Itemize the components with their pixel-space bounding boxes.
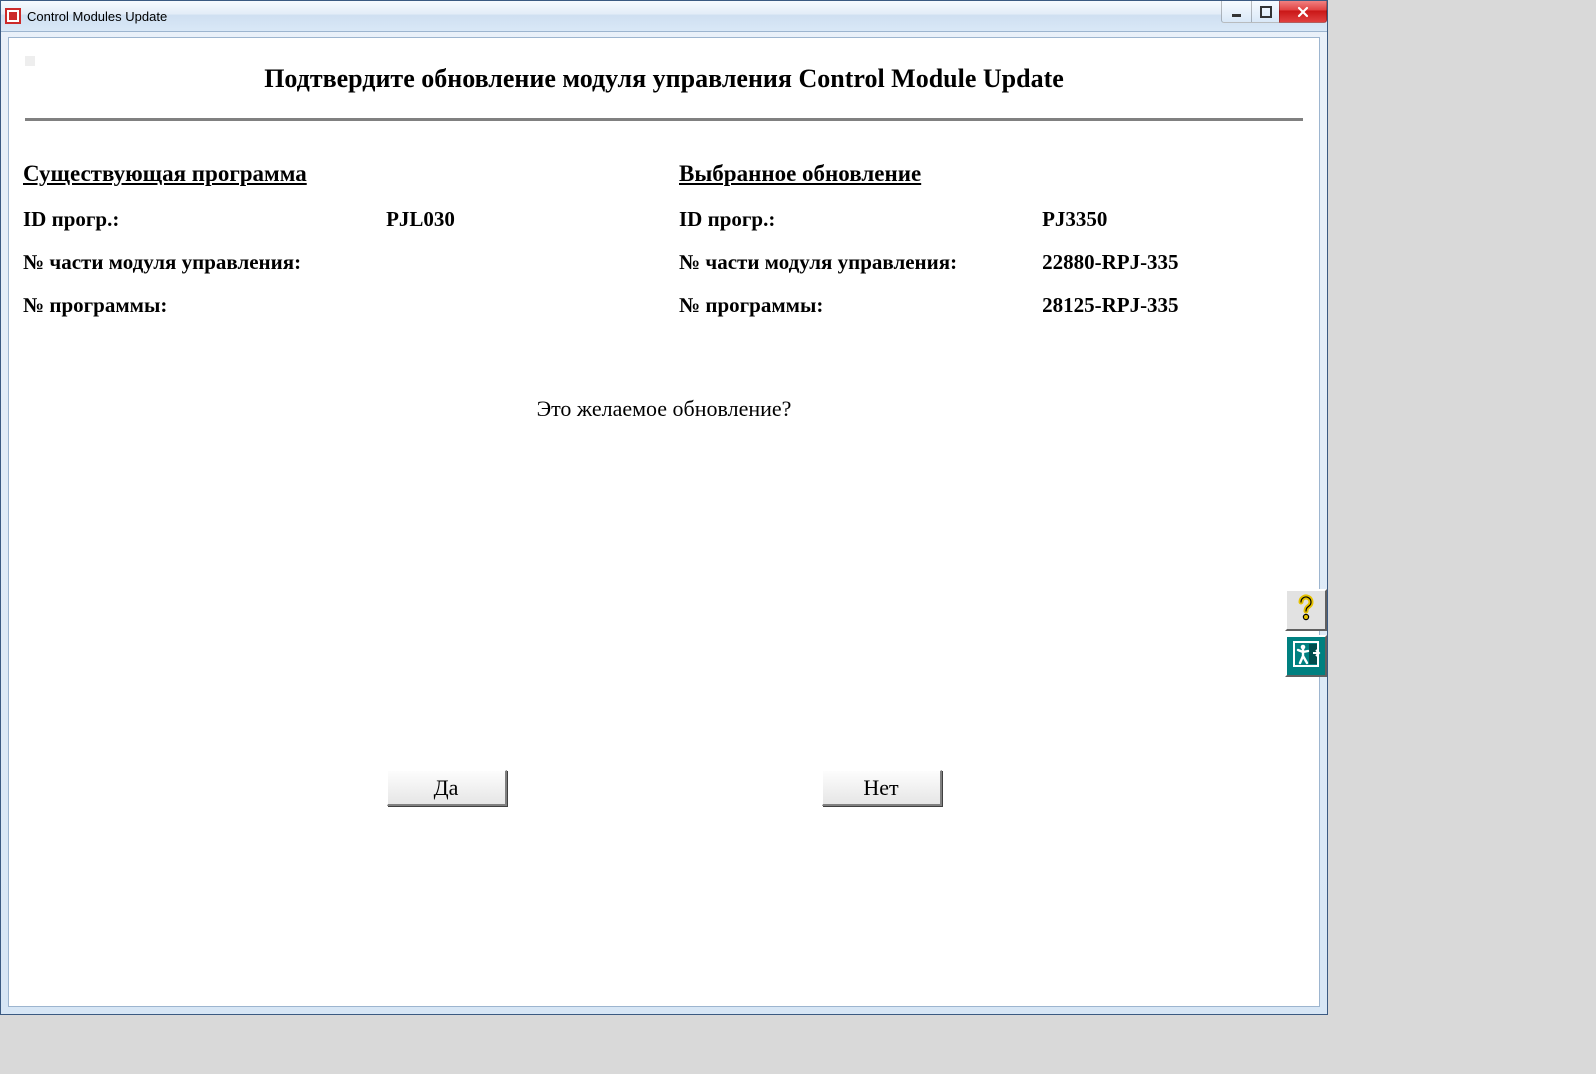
maximize-button[interactable] (1251, 1, 1279, 23)
update-cm-part-value: 22880-RPJ-335 (1042, 250, 1305, 275)
update-prog-no-value: 28125-RPJ-335 (1042, 293, 1305, 318)
current-prog-no-row: № программы: (23, 293, 649, 318)
current-cm-part-row: № части модуля управления: (23, 250, 649, 275)
window-title: Control Modules Update (27, 9, 167, 24)
content: Подтвердите обновление модуля управления… (9, 38, 1319, 1006)
update-column: Выбранное обновление ID прогр.: PJ3350 №… (679, 161, 1305, 336)
current-cm-part-value (386, 250, 649, 275)
corner-marker (25, 56, 35, 66)
comparison-grid: Существующая программа ID прогр.: PJL030… (21, 161, 1307, 336)
current-prog-id-value: PJL030 (386, 207, 649, 232)
update-prog-no-label: № программы: (679, 293, 1042, 318)
current-program-column: Существующая программа ID прогр.: PJL030… (23, 161, 679, 336)
current-prog-id-label: ID прогр.: (23, 207, 386, 232)
current-prog-no-label: № программы: (23, 293, 386, 318)
update-cm-part-label: № части модуля управления: (679, 250, 1042, 275)
update-heading: Выбранное обновление (679, 161, 1305, 187)
current-program-heading: Существующая программа (23, 161, 649, 187)
help-icon (1291, 593, 1321, 628)
titlebar[interactable]: Control Modules Update (1, 1, 1327, 32)
app-window: Control Modules Update Подтвердите обнов… (0, 0, 1328, 1015)
update-prog-id-label: ID прогр.: (679, 207, 1042, 232)
help-button[interactable] (1285, 589, 1327, 631)
update-cm-part-row: № части модуля управления: 22880-RPJ-335 (679, 250, 1305, 275)
current-prog-id-row: ID прогр.: PJL030 (23, 207, 649, 232)
update-prog-no-row: № программы: 28125-RPJ-335 (679, 293, 1305, 318)
no-button[interactable]: Нет (822, 770, 942, 806)
exit-button[interactable] (1285, 635, 1327, 677)
divider (25, 118, 1303, 121)
current-cm-part-label: № части модуля управления: (23, 250, 386, 275)
yes-button[interactable]: Да (387, 770, 507, 806)
update-prog-id-row: ID прогр.: PJ3350 (679, 207, 1305, 232)
button-row: Да Нет (9, 770, 1319, 806)
window-controls (1221, 1, 1327, 23)
update-prog-id-value: PJ3350 (1042, 207, 1305, 232)
exit-icon (1291, 639, 1321, 674)
page-title: Подтвердите обновление модуля управления… (21, 64, 1307, 94)
minimize-button[interactable] (1221, 1, 1251, 23)
confirm-prompt: Это желаемое обновление? (21, 396, 1307, 422)
current-prog-no-value (386, 293, 649, 318)
client-area: Подтвердите обновление модуля управления… (8, 37, 1320, 1007)
close-button[interactable] (1279, 1, 1327, 23)
app-icon (5, 8, 21, 24)
